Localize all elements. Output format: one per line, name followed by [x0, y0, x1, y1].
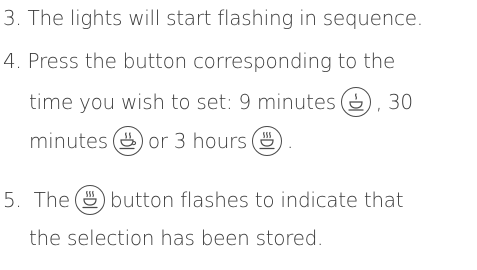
step-text: minutes: [29, 129, 108, 153]
cup-single-steam-icon: [340, 87, 371, 117]
step-text: The: [33, 188, 71, 212]
step-4-line-2: time you wish to set: 9 minutes , 30: [29, 87, 413, 117]
step-4-line-3: minutes or 3 hours .: [29, 126, 293, 156]
cup-triple-steam-icon: [74, 185, 105, 215]
step-text: or 3 hours: [147, 129, 247, 153]
cup-double-steam-icon: [112, 126, 143, 156]
step-text: , 30: [375, 90, 413, 114]
step-3: 3. The lights will start flashing in seq…: [3, 4, 423, 32]
step-number: 4.: [3, 49, 22, 73]
step-text: the selection has been stored.: [29, 226, 324, 250]
step-text: .: [287, 129, 294, 153]
step-number: 5.: [3, 188, 22, 212]
step-4-line-1: 4. Press the button corresponding to the: [3, 47, 395, 75]
cup-triple-steam-icon: [252, 126, 282, 156]
instruction-steps: 3. The lights will start flashing in seq…: [0, 0, 477, 270]
step-5-line-1: 5. The button flashes to indicate that: [3, 185, 404, 215]
step-text: Press the button corresponding to the: [27, 49, 396, 73]
step-5-line-2: the selection has been stored.: [29, 224, 323, 252]
step-text: time you wish to set: 9 minutes: [29, 90, 336, 114]
step-number: 3.: [3, 6, 22, 30]
step-text: The lights will start flashing in sequen…: [27, 6, 424, 30]
step-text: button flashes to indicate that: [109, 188, 404, 212]
